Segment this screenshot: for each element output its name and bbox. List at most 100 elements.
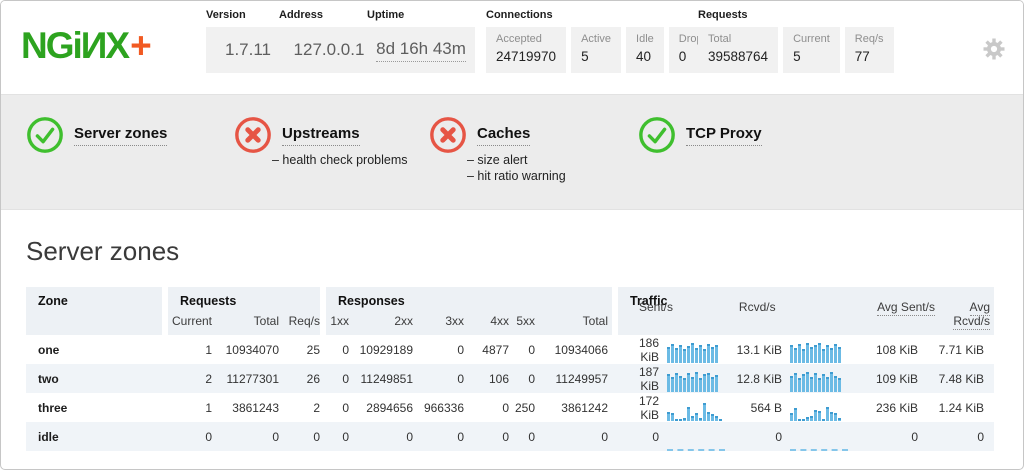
header-group-responses: Responses 1xx 2xx 3xx 4xx 5xx Total (326, 287, 612, 335)
column-header: Total (535, 314, 608, 328)
cell-requests-reqs: 2 (279, 401, 320, 415)
column-header: Req/s (279, 314, 320, 328)
column-header: 2xx (349, 314, 413, 328)
cell-responses-total: 11249957 (535, 372, 608, 386)
status-label-caches[interactable]: Caches (477, 116, 530, 146)
uptime-value[interactable]: 8d 16h 43m (376, 39, 466, 62)
connections-accepted: Accepted 24719970 (486, 27, 566, 73)
header-group-requests: Requests Current Total Req/s (168, 287, 320, 335)
cell-traffic-rcvd: 13.1 KiB (725, 343, 782, 357)
stat-label: Accepted (496, 33, 556, 45)
stat-label: Current (793, 33, 830, 45)
column-header: 4xx (464, 314, 509, 328)
cell-traffic-sent: 172 KiB (618, 394, 659, 422)
uptime-label: Uptime (367, 9, 475, 21)
status-ok-icon (26, 116, 64, 154)
cell-responses-5xx: 0 (509, 372, 535, 386)
column-header: Zone (38, 294, 68, 308)
status-label-upstreams[interactable]: Upstreams (282, 116, 360, 146)
requests-label: Requests (698, 9, 894, 21)
cell-traffic-rcvd: 0 (725, 430, 782, 444)
cell-responses-4xx: 0 (464, 401, 509, 415)
cell-responses-3xx: 0 (413, 343, 464, 357)
server-zones-table: Zone Requests Current Total Req/s Respon… (26, 287, 994, 451)
status-error-icon (429, 116, 467, 154)
cell-responses-4xx: 4877 (464, 343, 509, 357)
cell-requests-current: 1 (168, 343, 212, 357)
cell-responses-3xx: 0 (413, 372, 464, 386)
column-header-avg-rcvd[interactable]: Avg Rcvd/s (935, 300, 994, 328)
table-header: Zone Requests Current Total Req/s Respon… (26, 287, 994, 335)
table-body: one 1 10934070 25 0 10929189 0 4877 0 10… (26, 335, 994, 451)
cell-requests-total: 0 (212, 430, 279, 444)
cell-responses-2xx: 0 (349, 430, 413, 444)
cell-traffic-avg-rcvd: 1.24 KiB (918, 401, 988, 415)
table-row: three 1 3861243 2 0 2894656 966336 0 250… (26, 393, 994, 422)
logo-text: NGiИX (21, 25, 128, 66)
cell-traffic-sent: 0 (618, 430, 659, 444)
version-field: Version 1.7.11 (206, 9, 290, 73)
requests-group: Requests Total 39588764 Current 5 Req/s … (698, 9, 894, 73)
requests-reqs: Req/s 77 (845, 27, 894, 73)
cell-responses-total: 10934066 (535, 343, 608, 357)
cell-responses-1xx: 0 (326, 430, 349, 444)
column-group-header: Requests (180, 294, 236, 308)
table-row: two 2 11277301 26 0 11249851 0 106 0 112… (26, 364, 994, 393)
status-error-icon (234, 116, 272, 154)
requests-current: Current 5 (783, 27, 840, 73)
stat-value: 39588764 (708, 49, 768, 64)
logo-plus: + (130, 25, 150, 66)
sent-sparkline-chart (667, 343, 725, 363)
cell-requests-current: 2 (168, 372, 212, 386)
cell-requests-total: 10934070 (212, 343, 279, 357)
column-header: 1xx (326, 314, 349, 328)
status-item-tcp-proxy: TCP Proxy (638, 116, 762, 154)
status-item-upstreams: Upstreams – health check problems (234, 116, 408, 168)
table-row: one 1 10934070 25 0 10929189 0 4877 0 10… (26, 335, 994, 364)
cell-responses-3xx: 0 (413, 430, 464, 444)
stat-value: 40 (636, 49, 654, 64)
cell-responses-2xx: 11249851 (349, 372, 413, 386)
status-note: – health check problems (272, 152, 408, 168)
sent-sparkline-chart (667, 401, 725, 421)
status-item-server-zones: Server zones (26, 116, 167, 154)
column-header: 3xx (413, 314, 464, 328)
column-group-header: Responses (338, 294, 405, 308)
header-group-traffic: Traffic Sent/s Rcvd/s Avg Sent/s Avg Rcv… (618, 287, 994, 335)
connections-idle: Idle 40 (626, 27, 664, 73)
page-title: Server zones (26, 236, 998, 267)
cell-traffic-rcvd: 12.8 KiB (725, 372, 782, 386)
cell-traffic-sent: 187 KiB (618, 365, 659, 393)
column-header: 5xx (509, 314, 535, 328)
zone-name: three (26, 401, 168, 415)
address-label: Address (279, 9, 379, 21)
requests-total: Total 39588764 (698, 27, 778, 73)
rcvd-sparkline-chart (790, 401, 848, 421)
cell-traffic-sent: 186 KiB (618, 336, 659, 364)
cell-requests-current: 0 (168, 430, 212, 444)
column-header: Current (168, 314, 212, 328)
status-notes: – health check problems (272, 152, 408, 168)
column-header: Sent/s (618, 300, 673, 328)
cell-traffic-avg-sent: 109 KiB (848, 372, 918, 386)
connections-group: Connections Accepted 24719970 Active 5 I… (486, 9, 731, 73)
header: NGiИX+ Version 1.7.11 Address 127.0.0.1 … (1, 1, 1023, 94)
cell-traffic-rcvd: 564 B (725, 401, 782, 415)
nginx-plus-dashboard: NGiИX+ Version 1.7.11 Address 127.0.0.1 … (0, 0, 1024, 470)
status-label-tcp-proxy[interactable]: TCP Proxy (686, 116, 762, 146)
zone-name: two (26, 372, 168, 386)
stat-label: Active (581, 33, 611, 45)
zone-name: one (26, 343, 168, 357)
rcvd-sparkline-chart (790, 372, 848, 392)
gear-icon[interactable] (981, 36, 1007, 62)
uptime-box: 8d 16h 43m (367, 27, 475, 73)
cell-responses-3xx: 966336 (413, 401, 464, 415)
cell-traffic-avg-sent: 236 KiB (848, 401, 918, 415)
header-group-zone: Zone (26, 287, 162, 335)
cell-requests-reqs: 0 (279, 430, 320, 444)
status-bar: Server zones Upstreams – health check pr… (1, 94, 1023, 210)
status-label-server-zones[interactable]: Server zones (74, 116, 167, 146)
cell-traffic-avg-rcvd: 7.48 KiB (918, 372, 988, 386)
column-header-avg-sent[interactable]: Avg Sent/s (877, 300, 935, 328)
cell-responses-5xx: 0 (509, 430, 535, 444)
